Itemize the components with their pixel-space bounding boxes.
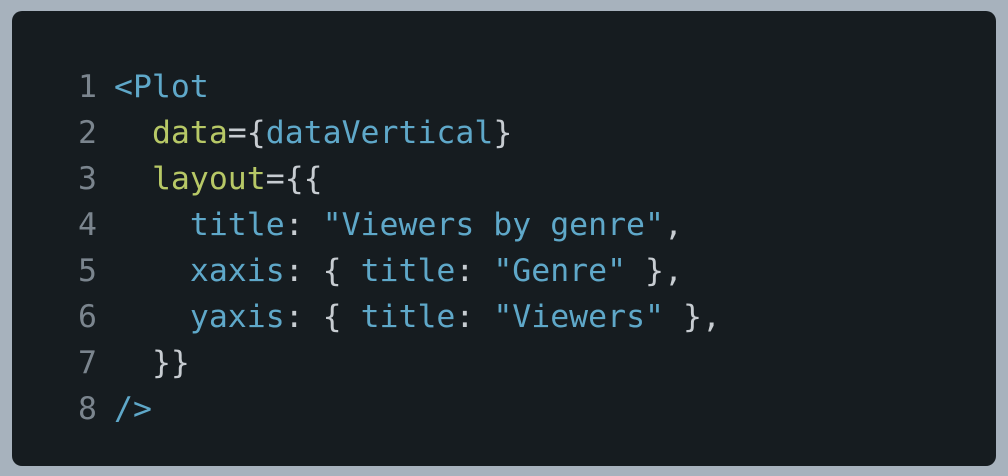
inner-key: title [360,253,456,289]
prop-name: data [151,115,228,151]
brace-open: { [322,253,361,289]
code-line-6: 6 yaxis: { title: "Viewers" }, [78,294,721,340]
line-number: 7 [78,345,97,381]
prop-equals: ={ [227,115,266,151]
line-number: 8 [78,391,97,427]
brace-close: } [493,115,513,151]
string-literal: "Viewers by genre" [322,207,664,243]
brace-close: } [626,253,665,289]
comma: , [664,207,683,243]
prop-equals: ={{ [265,161,323,197]
object-key: xaxis [189,253,285,289]
brace-close: }} [151,345,190,381]
code-line-7: 7 }} [78,340,721,386]
colon: : [455,299,494,335]
prop-value: dataVertical [265,115,494,151]
comma: , [701,299,721,335]
colon: : [455,253,494,289]
line-number: 3 [78,161,97,197]
inner-key: title [360,299,456,335]
comma: , [664,253,683,289]
code-line-2: 2 data={dataVertical} [78,110,721,156]
line-number: 1 [78,69,97,105]
colon: : [284,299,323,335]
brace-close: } [664,299,702,335]
line-number: 5 [78,253,97,289]
jsx-tag-open: <Plot [114,69,209,105]
colon: : [284,253,323,289]
code-line-1: 1 <Plot [78,64,721,110]
code-line-8: 8 /> [78,386,721,432]
brace-open: { [322,299,361,335]
code-snippet-panel: 1 <Plot 2 data={dataVertical} 3 layout={{… [12,11,996,466]
line-number: 2 [78,115,97,151]
code-block: 1 <Plot 2 data={dataVertical} 3 layout={{… [78,64,721,432]
prop-name: layout [151,161,266,197]
jsx-tag-close: /> [114,391,152,427]
code-line-5: 5 xaxis: { title: "Genre" }, [78,248,721,294]
line-number: 4 [78,207,97,243]
colon: : [284,207,323,243]
object-key: title [189,207,285,243]
string-literal: "Viewers" [493,299,665,335]
object-key: yaxis [189,299,285,335]
code-line-3: 3 layout={{ [78,156,721,202]
line-number: 6 [78,299,97,335]
string-literal: "Genre" [493,253,627,289]
code-line-4: 4 title: "Viewers by genre", [78,202,721,248]
